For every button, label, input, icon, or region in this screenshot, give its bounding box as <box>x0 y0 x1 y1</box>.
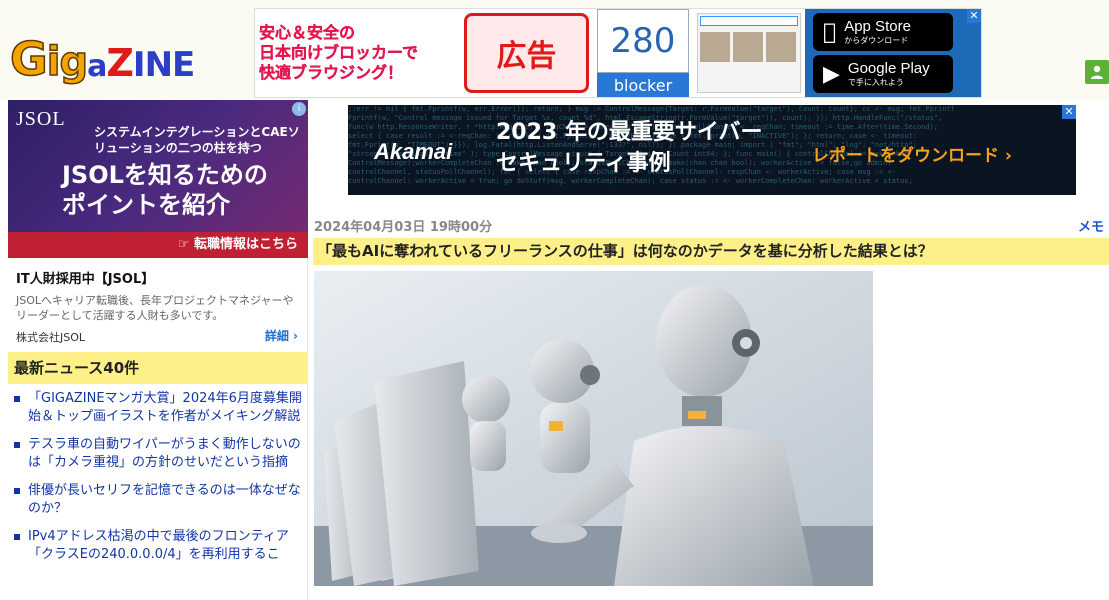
ad-headline-line: 2023 年の最重要サイバー <box>496 120 763 145</box>
thumbnail <box>766 32 796 62</box>
ad-app-label: blocker <box>597 73 689 97</box>
ad-info-icon[interactable]: i <box>292 102 306 116</box>
ad-headline: JSOLを知るための ポイントを紹介 <box>62 160 268 220</box>
news-item[interactable]: IPv4アドレス枯渇の中で最後のフロンティア「クラスEの240.0.0.0/4」… <box>8 528 308 564</box>
robots-illustration <box>314 271 873 586</box>
ad-headline: 2023 年の最重要サイバー セキュリティ事例 <box>496 117 762 179</box>
job-title: IT人財採用中【JSOL】 <box>16 272 155 287</box>
ad-badge: 広告 <box>464 13 589 93</box>
user-account-button[interactable] <box>1085 60 1109 84</box>
ad-store-buttons:  App Store からダウンロード ▶ Google Play で手に入れ… <box>805 9 981 97</box>
news-heading: 最新ニュース40件 <box>8 352 308 384</box>
ad-phone-preview <box>697 13 801 93</box>
category-link[interactable]: メモ <box>1078 216 1104 235</box>
ad-app-number: 280 <box>597 9 689 73</box>
left-sidebar: JSOL システムインテグレーションとCAEソリューションの二つの柱を持つ JS… <box>8 100 308 600</box>
header-ad-banner[interactable]: 安心＆安全の 日本向けブロッカーで 快適ブラウジング！ 広告 280 block… <box>254 8 982 98</box>
job-detail-link[interactable]: 詳細 › <box>265 327 298 344</box>
google-play-button[interactable]: ▶ Google Play で手に入れよう <box>813 55 953 93</box>
site-header: Gig a Z INE 安心＆安全の 日本向けブロッカーで 快適ブラウジング！ 広告 … <box>0 0 1109 100</box>
thumbnail <box>733 32 763 62</box>
news-item[interactable]: 「GIGAZINEマンガ大賞」2024年6月度募集開始＆トップ画イラストを作者が… <box>8 390 308 426</box>
main-ad-banner[interactable]: ;:err != nil { fmt.Fprintf(w, err.Error(… <box>348 105 1076 195</box>
ad-close-icon[interactable]: ✕ <box>967 9 981 23</box>
sidebar-ad[interactable]: JSOL システムインテグレーションとCAEソリューションの二つの柱を持つ JS… <box>8 100 308 258</box>
ad-headline-line: セキュリティ事例 <box>496 151 671 176</box>
ad-tagline-line: 安心＆安全の <box>259 23 356 42</box>
job-company: 株式会社JSOL <box>16 331 86 344</box>
ad-tagline: 安心＆安全の 日本向けブロッカーで 快適ブラウジング！ <box>255 9 460 97</box>
ad-headline-line: JSOLを知るための <box>62 161 268 189</box>
app-store-label: App Store <box>831 18 911 35</box>
google-play-sub: で手に入れよう <box>847 78 904 87</box>
ad-cta-label: 転職情報はこちら <box>193 237 298 252</box>
article-hero-image[interactable] <box>314 271 873 586</box>
ad-tagline-line: 日本向けブロッカーで <box>259 43 419 62</box>
ad-brand: JSOL <box>16 108 66 130</box>
app-store-sub: からダウンロード <box>831 36 908 45</box>
app-store-button[interactable]:  App Store からダウンロード <box>813 13 953 51</box>
site-logo[interactable]: Gig a Z INE <box>9 30 220 83</box>
ad-headline-line: ポイントを紹介 <box>62 191 230 219</box>
ad-close-icon[interactable]: ✕ <box>1062 105 1076 119</box>
ad-download-link[interactable]: レポートをダウンロード › <box>812 141 1012 166</box>
google-play-label: Google Play <box>847 60 930 77</box>
play-icon: ▶ <box>823 61 840 87</box>
article-title[interactable]: 「最もAIに奪われているフリーランスの仕事」は何なのかデータを基に分析した結果と… <box>313 238 1109 265</box>
news-list: 「GIGAZINEマンガ大賞」2024年6月度募集開始＆トップ画イラストを作者が… <box>8 390 308 574</box>
apple-icon:  <box>823 20 836 45</box>
job-description: JSOLへキャリア転職後、長年プロジェクトマネジャーやリーダーとして活躍する人財… <box>16 294 294 322</box>
pointer-hand-icon: ☞ <box>177 237 194 252</box>
thumbnail <box>700 32 730 62</box>
thumbnail-strip <box>700 32 798 62</box>
search-bar-graphic <box>700 16 798 26</box>
job-card[interactable]: IT人財採用中【JSOL】 JSOLへキャリア転職後、長年プロジェクトマネジャー… <box>8 260 308 350</box>
ad-app-icon: 280 blocker <box>597 9 689 97</box>
article-date: 2024年04月03日 19時00分 <box>314 220 493 235</box>
akamai-logo: Akamai <box>374 139 453 164</box>
news-item[interactable]: 俳優が長いセリフを記憶できるのは一体なぜなのか？ <box>8 482 308 518</box>
ad-cta-banner[interactable]: ☞ 転職情報はこちら <box>8 232 308 258</box>
news-item[interactable]: テスラ車の自動ワイパーがうまく動作しないのは「カメラ重視」の方針のせいだという指… <box>8 436 308 472</box>
user-icon <box>1091 65 1103 79</box>
ad-subtitle: システムインテグレーションとCAEソリューションの二つの柱を持つ <box>94 125 300 155</box>
ad-tagline-line: 快適ブラウジング！ <box>259 63 404 82</box>
